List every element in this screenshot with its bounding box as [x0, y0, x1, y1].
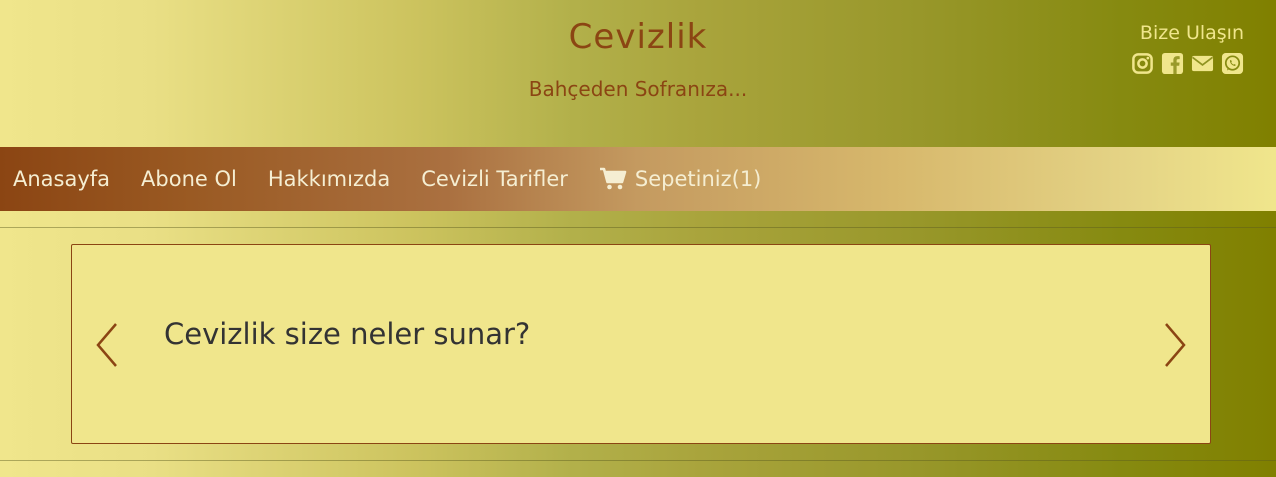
nav-item-sepetiniz[interactable]: Sepetiniz(1) — [599, 167, 761, 191]
carousel-next-button[interactable] — [1160, 321, 1190, 369]
facebook-icon[interactable] — [1161, 52, 1184, 75]
chevron-right-icon — [1165, 323, 1186, 367]
divider-bottom — [0, 460, 1276, 461]
nav-item-abone-ol[interactable]: Abone Ol — [141, 167, 237, 191]
carousel-prev-button[interactable] — [92, 321, 122, 369]
divider-top — [0, 227, 1276, 228]
nav-item-anasayfa[interactable]: Anasayfa — [13, 167, 110, 191]
site-header: Cevizlik Bahçeden Sofranıza... Bize Ulaş… — [0, 0, 1276, 147]
site-title[interactable]: Cevizlik — [0, 17, 1276, 57]
social-icons — [1131, 52, 1244, 75]
main-navbar: Anasayfa Abone Ol Hakkımızda Cevizli Tar… — [0, 147, 1276, 211]
site-tagline: Bahçeden Sofranıza... — [528, 77, 748, 101]
nav-item-cevizli-tarifler[interactable]: Cevizli Tarifler — [421, 167, 568, 191]
chevron-left-icon — [96, 323, 117, 367]
carousel: Cevizlik size neler sunar? — [71, 244, 1211, 444]
contact-label: Bize Ulaşın — [1139, 22, 1244, 44]
contact-section: Bize Ulaşın — [1131, 22, 1244, 75]
instagram-icon[interactable] — [1131, 52, 1154, 75]
nav-item-hakkimizda[interactable]: Hakkımızda — [268, 167, 390, 191]
carousel-slide-text: Cevizlik size neler sunar? — [164, 317, 531, 351]
cart-icon — [599, 167, 627, 190]
envelope-icon[interactable] — [1191, 52, 1214, 75]
cart-label: Sepetiniz(1) — [634, 167, 762, 191]
whatsapp-icon[interactable] — [1221, 52, 1244, 75]
